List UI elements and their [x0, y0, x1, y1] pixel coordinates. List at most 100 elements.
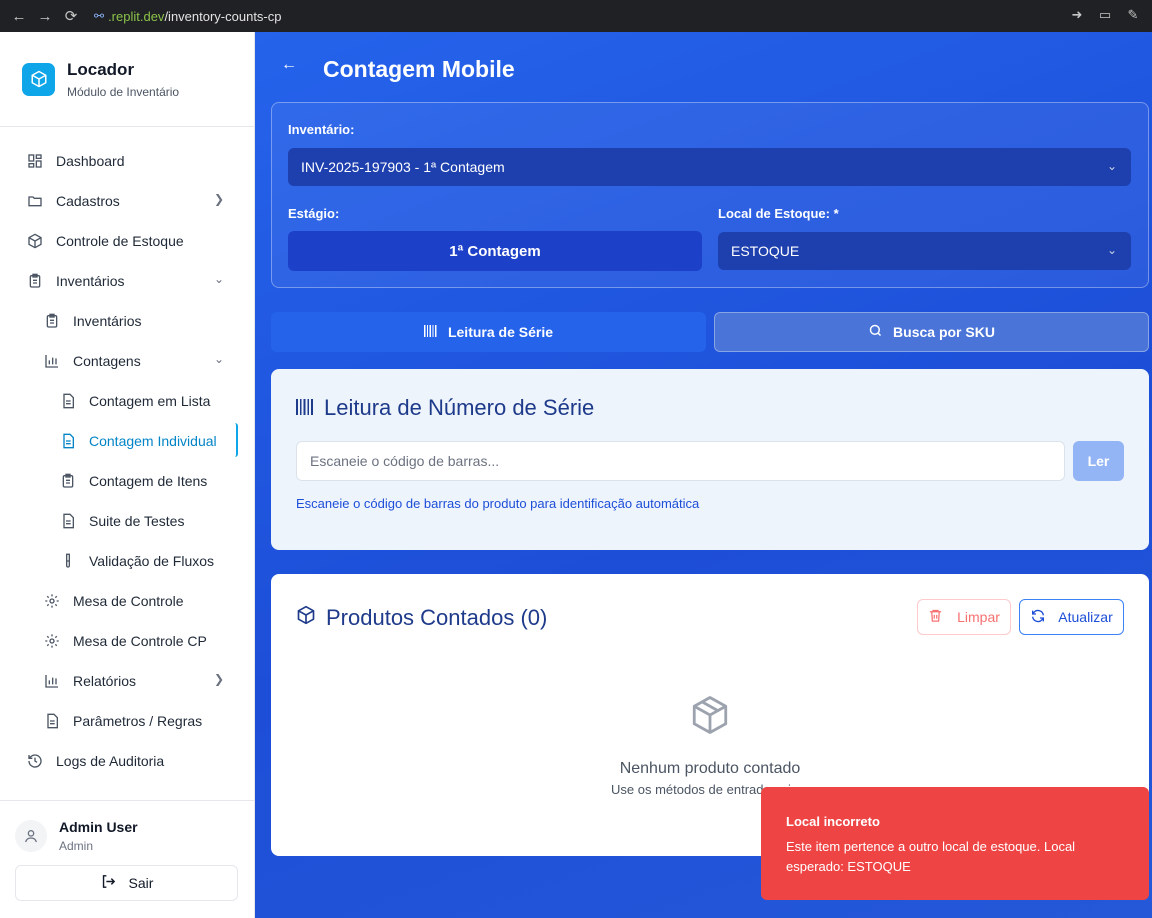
bar-chart-icon [43, 672, 61, 690]
trash-icon [928, 608, 943, 626]
sidebar-item-controle-estoque[interactable]: Controle de Estoque [0, 221, 254, 261]
tab-label: Leitura de Série [447, 324, 554, 340]
inventory-select[interactable]: INV-2025-197903 - 1ª Contagem ⌄ [288, 148, 1131, 186]
bar-chart-icon [43, 352, 61, 370]
sidebar-item-inventarios-sub[interactable]: Inventários [0, 301, 254, 341]
back-arrow-icon[interactable]: ← [281, 56, 297, 74]
tab-label: Busca por SKU [893, 324, 995, 340]
tab-serial-reading[interactable]: Leitura de Série [271, 312, 706, 352]
sidebar-item-contagem-lista[interactable]: Contagem em Lista [0, 381, 254, 421]
sidebar-item-label: Suite de Testes [89, 513, 185, 529]
document-icon [59, 512, 77, 530]
clipboard-icon [26, 272, 44, 290]
sidebar-item-label: Cadastros [56, 193, 120, 209]
box-icon [296, 605, 316, 631]
refresh-label: Atualizar [1058, 609, 1113, 625]
cube-logo-icon [22, 62, 55, 96]
sidebar-item-parametros[interactable]: Parâmetros / Regras [0, 701, 254, 741]
sidebar-item-label: Contagem Individual [89, 433, 217, 449]
chevron-down-icon: ⌄ [1106, 243, 1117, 257]
gear-icon [43, 592, 61, 610]
sidebar-item-cadastros[interactable]: Cadastros ❯ [0, 181, 254, 221]
sidebar-item-label: Contagem em Lista [89, 393, 211, 409]
toast-message: Este item pertence a outro local de esto… [786, 839, 1076, 874]
tab-sku-search[interactable]: Busca por SKU [714, 312, 1149, 352]
sidebar-item-validacao-fluxos[interactable]: Validação de Fluxos [0, 541, 254, 581]
clipboard-icon [59, 472, 77, 490]
box-icon [26, 232, 44, 250]
sidebar-item-label: Inventários [56, 273, 125, 289]
read-button[interactable]: Ler [1073, 441, 1124, 481]
sidebar-item-mesa-controle-cp[interactable]: Mesa de Controle CP [0, 621, 254, 661]
sidebar: Locador Módulo de Inventário Dashboard C… [0, 32, 255, 918]
browser-toolbar: ← → ⟳ ⚯ .replit.dev /inventory-counts-cp… [0, 0, 1152, 32]
scan-card-title: Leitura de Número de Série [324, 395, 595, 420]
sidebar-item-contagem-itens[interactable]: Contagem de Itens [0, 461, 254, 501]
folder-icon [26, 192, 44, 210]
user-role: Admin [59, 839, 94, 853]
document-icon [59, 392, 77, 410]
location-value: ESTOQUE [731, 243, 800, 259]
location-select[interactable]: ESTOQUE ⌄ [718, 232, 1131, 270]
clear-button[interactable]: Limpar [917, 599, 1011, 635]
chevron-down-icon: ⌄ [1106, 159, 1117, 173]
scan-hint: Escaneie o código de barras do produto p… [296, 496, 700, 511]
wrench-icon[interactable]: ✎ [1122, 4, 1144, 26]
user-avatar-icon [15, 820, 47, 852]
sidebar-item-contagens[interactable]: Contagens ⌄ [0, 341, 254, 381]
url-domain: .replit.dev [108, 8, 165, 24]
sidebar-item-suite-testes[interactable]: Suite de Testes [0, 501, 254, 541]
stage-value-box: 1ª Contagem [288, 231, 702, 271]
empty-box-icon [689, 694, 731, 736]
sidebar-item-label: Relatórios [73, 673, 137, 689]
chevron-down-icon: ⌄ [213, 272, 224, 286]
sidebar-item-logs-auditoria[interactable]: Logs de Auditoria [0, 741, 254, 781]
logout-button[interactable]: Sair [15, 865, 238, 901]
forward-arrow-icon[interactable]: → [32, 3, 58, 29]
barcode-input[interactable]: Escaneie o código de barras... [296, 441, 1065, 481]
empty-state-title: Nenhum produto contado [619, 760, 801, 777]
sidebar-item-label: Mesa de Controle CP [73, 633, 207, 649]
url-path: /inventory-counts-cp [164, 8, 282, 24]
reload-icon[interactable]: ⟳ [58, 3, 84, 29]
document-icon [43, 712, 61, 730]
clear-label: Limpar [957, 609, 1000, 625]
chevron-right-icon: ❯ [213, 192, 224, 206]
sidebar-item-label: Validação de Fluxos [89, 553, 215, 569]
back-arrow-icon[interactable]: ← [6, 3, 32, 29]
gear-icon [43, 632, 61, 650]
products-title: Produtos Contados (0) [326, 605, 548, 630]
serial-scan-card: Leitura de Número de Série Escaneie o có… [271, 369, 1149, 550]
sidebar-item-contagem-individual[interactable]: Contagem Individual [0, 421, 254, 461]
sidebar-item-label: Contagem de Itens [89, 473, 208, 489]
user-name: Admin User [59, 819, 138, 835]
sidebar-item-label: Logs de Auditoria [56, 753, 165, 769]
main-content: ← Contagem Mobile Inventário: INV-2025-1… [255, 32, 1152, 918]
search-icon [868, 323, 883, 341]
sidebar-item-inventarios[interactable]: Inventários ⌄ [0, 261, 254, 301]
brand-title: Locador [67, 59, 135, 79]
user-panel: Admin User Admin Sair [0, 800, 254, 918]
sidebar-item-relatorios[interactable]: Relatórios ❯ [0, 661, 254, 701]
history-icon [26, 752, 44, 770]
location-label: Local de Estoque: * [718, 206, 839, 221]
grid-icon [26, 152, 44, 170]
cast-icon[interactable]: ▭ [1094, 4, 1116, 26]
barcode-input-placeholder: Escaneie o código de barras... [310, 453, 500, 469]
inventory-label: Inventário: [288, 122, 355, 137]
send-icon[interactable]: ➜ [1066, 4, 1088, 26]
chevron-down-icon: ⌄ [213, 352, 224, 366]
error-toast[interactable]: Local incorreto Este item pertence a out… [761, 787, 1149, 900]
sidebar-nav: Dashboard Cadastros ❯ Controle de Estoqu… [0, 127, 254, 781]
logout-icon [100, 873, 117, 893]
test-tube-icon [59, 552, 77, 570]
sidebar-item-label: Controle de Estoque [56, 233, 184, 249]
address-bar[interactable]: ⚯ .replit.dev /inventory-counts-cp [94, 4, 1114, 28]
refresh-button[interactable]: Atualizar [1019, 599, 1124, 635]
sidebar-item-label: Mesa de Controle [73, 593, 184, 609]
sidebar-item-mesa-controle[interactable]: Mesa de Controle [0, 581, 254, 621]
site-info-icon[interactable]: ⚯ [94, 9, 104, 23]
clipboard-icon [43, 312, 61, 330]
sidebar-item-label: Parâmetros / Regras [73, 713, 203, 729]
sidebar-item-dashboard[interactable]: Dashboard [0, 141, 254, 181]
